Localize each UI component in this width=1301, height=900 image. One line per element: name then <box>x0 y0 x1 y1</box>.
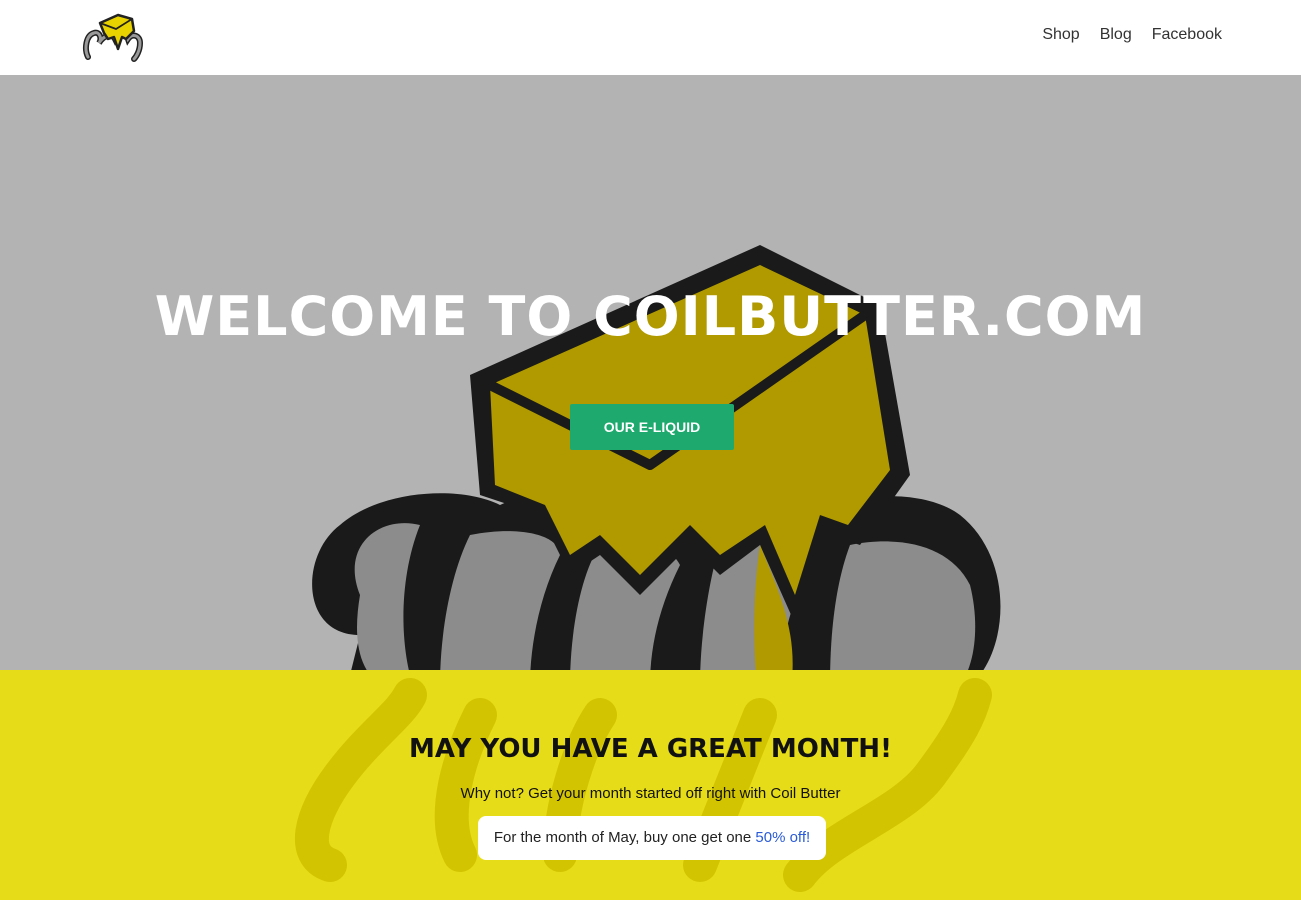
our-e-liquid-button[interactable]: OUR E-LIQUID <box>570 404 734 450</box>
main-nav: Shop Blog Facebook <box>1042 26 1222 44</box>
coil-butter-logo-icon <box>83 13 144 62</box>
nav-blog-link[interactable]: Blog <box>1100 26 1132 44</box>
promo-offer-box: For the month of May, buy one get one 50… <box>478 816 826 860</box>
promo-title: MAY YOU HAVE A GREAT MONTH! <box>409 734 892 764</box>
nav-facebook-link[interactable]: Facebook <box>1152 26 1222 44</box>
promo-section: MAY YOU HAVE A GREAT MONTH! Why not? Get… <box>0 670 1301 900</box>
promo-subtitle: Why not? Get your month started off righ… <box>460 785 841 802</box>
coil-butter-background-art-icon <box>312 245 1001 670</box>
promo-offer-highlight: 50% off! <box>755 829 811 846</box>
promo-offer-text: For the month of May, buy one get one <box>493 829 756 846</box>
nav-shop-link[interactable]: Shop <box>1042 26 1079 44</box>
hero-title: WELCOME TO COILBUTTER.COM <box>154 285 1147 348</box>
hero-section: WELCOME TO COILBUTTER.COM OUR E-LIQUID <box>0 75 1301 670</box>
site-header: Shop Blog Facebook <box>0 0 1301 75</box>
